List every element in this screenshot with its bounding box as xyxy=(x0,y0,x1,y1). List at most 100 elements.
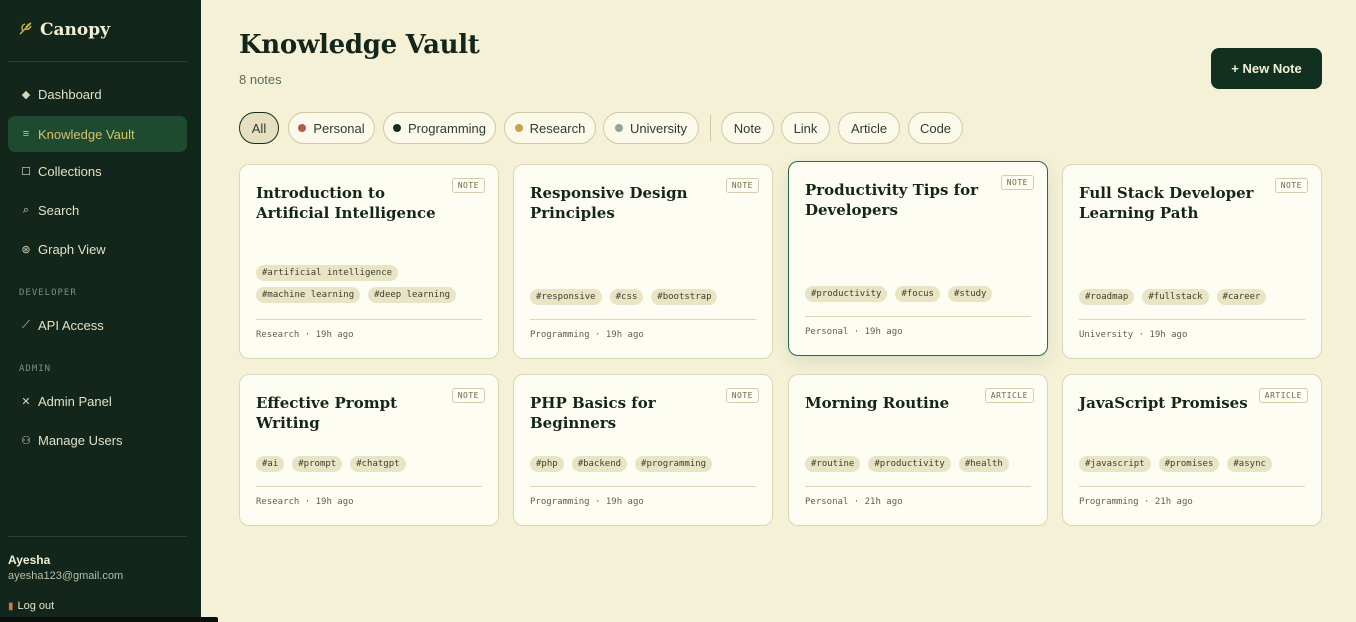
note-type-badge: ARTICLE xyxy=(984,388,1034,403)
tag[interactable]: #productivity xyxy=(868,456,951,472)
sidebar: Canopy ◆ Dashboard ≡ Knowledge Vault ☐ C… xyxy=(0,0,201,622)
tag[interactable]: #machine learning xyxy=(256,287,361,303)
tag[interactable]: #chatgpt xyxy=(350,456,406,472)
note-card[interactable]: Productivity Tips for Developers NOTE #p… xyxy=(788,161,1048,356)
note-card[interactable]: Introduction to Artificial Intelligence … xyxy=(239,164,499,359)
note-meta: Personal · 19h ago xyxy=(805,327,903,337)
sidebar-item-collections[interactable]: ☐ Collections xyxy=(8,153,187,189)
tag-list: #php #backend #programming xyxy=(530,456,760,472)
divider xyxy=(1079,486,1305,487)
divider xyxy=(8,536,187,537)
tag[interactable]: #promises xyxy=(1158,456,1220,472)
new-note-button[interactable]: + New Note xyxy=(1211,48,1322,89)
tag[interactable]: #ai xyxy=(256,456,285,472)
tag[interactable]: #css xyxy=(609,289,644,305)
note-title: Productivity Tips for Developers xyxy=(805,181,978,219)
logout-label: Log out xyxy=(17,600,55,612)
note-meta: Research · 19h ago xyxy=(256,497,354,507)
note-type-badge: NOTE xyxy=(451,178,485,193)
door-icon: ▮ xyxy=(8,600,14,612)
sidebar-item-manage-users[interactable]: ⚇ Manage Users xyxy=(8,422,187,458)
tag[interactable]: #prompt xyxy=(292,456,343,472)
note-type-badge: NOTE xyxy=(725,388,759,403)
note-title: Introduction to Artificial Intelligence xyxy=(256,184,436,222)
divider xyxy=(805,316,1031,317)
tag[interactable]: #roadmap xyxy=(1079,289,1135,305)
note-collection: Programming xyxy=(530,497,590,507)
tag[interactable]: #javascript xyxy=(1079,456,1151,472)
note-meta: Programming · 19h ago xyxy=(530,330,644,340)
filter-type-note[interactable]: Note xyxy=(721,112,774,144)
sidebar-item-dashboard[interactable]: ◆ Dashboard xyxy=(8,76,187,112)
tools-icon: ✕ xyxy=(21,395,31,408)
tag[interactable]: #php xyxy=(530,456,564,472)
tag[interactable]: #programming xyxy=(635,456,713,472)
sidebar-item-admin-panel[interactable]: ✕ Admin Panel xyxy=(8,383,187,419)
note-type-badge: NOTE xyxy=(725,178,759,193)
note-collection: Personal xyxy=(805,327,849,337)
note-collection: Programming xyxy=(1079,497,1139,507)
tag[interactable]: #health xyxy=(958,456,1009,472)
sidebar-item-search[interactable]: ⌕ Search xyxy=(8,192,187,228)
filter-type-link[interactable]: Link xyxy=(781,112,830,144)
diamond-icon: ◆ xyxy=(21,88,31,101)
note-meta: Programming · 19h ago xyxy=(530,497,644,507)
tag[interactable]: #productivity xyxy=(805,286,888,302)
note-card[interactable]: Morning Routine ARTICLE #routine #produc… xyxy=(788,374,1048,526)
note-title: Morning Routine xyxy=(805,394,950,412)
sidebar-item-label: Knowledge Vault xyxy=(38,126,135,142)
tag-list: #javascript #promises #async xyxy=(1079,456,1309,472)
divider xyxy=(8,61,187,62)
sidebar-item-graph-view[interactable]: ⊛ Graph View xyxy=(8,231,187,267)
note-time: 19h ago xyxy=(605,330,644,340)
user-name: Ayesha xyxy=(8,553,51,567)
note-time: 19h ago xyxy=(605,497,644,507)
horizontal-scrollbar[interactable] xyxy=(0,617,218,622)
note-card[interactable]: PHP Basics for Beginners NOTE #php #back… xyxy=(513,374,773,526)
tag[interactable]: #artificial intelligence xyxy=(256,265,399,281)
square-icon: ☐ xyxy=(21,165,31,178)
note-card[interactable]: Effective Prompt Writing NOTE #ai #promp… xyxy=(239,374,499,526)
filter-type-article[interactable]: Article xyxy=(838,112,900,144)
filter-type-code[interactable]: Code xyxy=(908,112,963,144)
tag[interactable]: #study xyxy=(947,286,993,302)
filter-research[interactable]: Research xyxy=(504,112,596,144)
tag-list: #routine #productivity #health xyxy=(805,456,1035,472)
tag[interactable]: #career xyxy=(1216,289,1267,305)
filter-all[interactable]: All xyxy=(239,112,279,144)
tag[interactable]: #responsive xyxy=(530,289,602,305)
note-type-badge: ARTICLE xyxy=(1258,388,1308,403)
divider xyxy=(1079,319,1305,320)
note-card[interactable]: JavaScript Promises ARTICLE #javascript … xyxy=(1062,374,1322,526)
sidebar-item-knowledge-vault[interactable]: ≡ Knowledge Vault xyxy=(8,116,187,152)
tag[interactable]: #focus xyxy=(895,286,940,302)
brand-name: Canopy xyxy=(40,20,111,40)
divider xyxy=(256,486,482,487)
brand[interactable]: Canopy xyxy=(18,20,110,40)
filter-university[interactable]: University xyxy=(603,112,699,144)
tag[interactable]: #routine xyxy=(805,456,861,472)
sidebar-item-api-access[interactable]: ⟋ API Access xyxy=(8,307,187,343)
tag[interactable]: #fullstack xyxy=(1142,289,1209,305)
divider xyxy=(805,486,1031,487)
filter-label: Article xyxy=(850,120,888,136)
filter-label: University xyxy=(629,120,688,136)
note-card[interactable]: Full Stack Developer Learning Path NOTE … xyxy=(1062,164,1322,359)
tag[interactable]: #backend xyxy=(571,456,628,472)
note-meta: Personal · 21h ago xyxy=(805,497,903,507)
note-time: 19h ago xyxy=(1149,330,1188,340)
tag[interactable]: #async xyxy=(1227,456,1272,472)
note-card[interactable]: Responsive Design Principles NOTE #respo… xyxy=(513,164,773,359)
filter-programming[interactable]: Programming xyxy=(383,112,496,144)
tag[interactable]: #bootstrap xyxy=(651,289,718,305)
divider xyxy=(530,319,756,320)
filter-label: Link xyxy=(793,120,818,136)
logout-button[interactable]: ▮ Log out xyxy=(8,600,54,612)
list-icon: ≡ xyxy=(22,128,30,140)
tag[interactable]: #deep learning xyxy=(368,287,456,303)
filter-personal[interactable]: Personal xyxy=(288,112,375,144)
tag-list: #ai #prompt #chatgpt xyxy=(256,456,486,472)
filter-label: Personal xyxy=(313,120,365,136)
research-dot-icon xyxy=(514,124,523,132)
plug-icon: ⟋ xyxy=(22,318,30,331)
